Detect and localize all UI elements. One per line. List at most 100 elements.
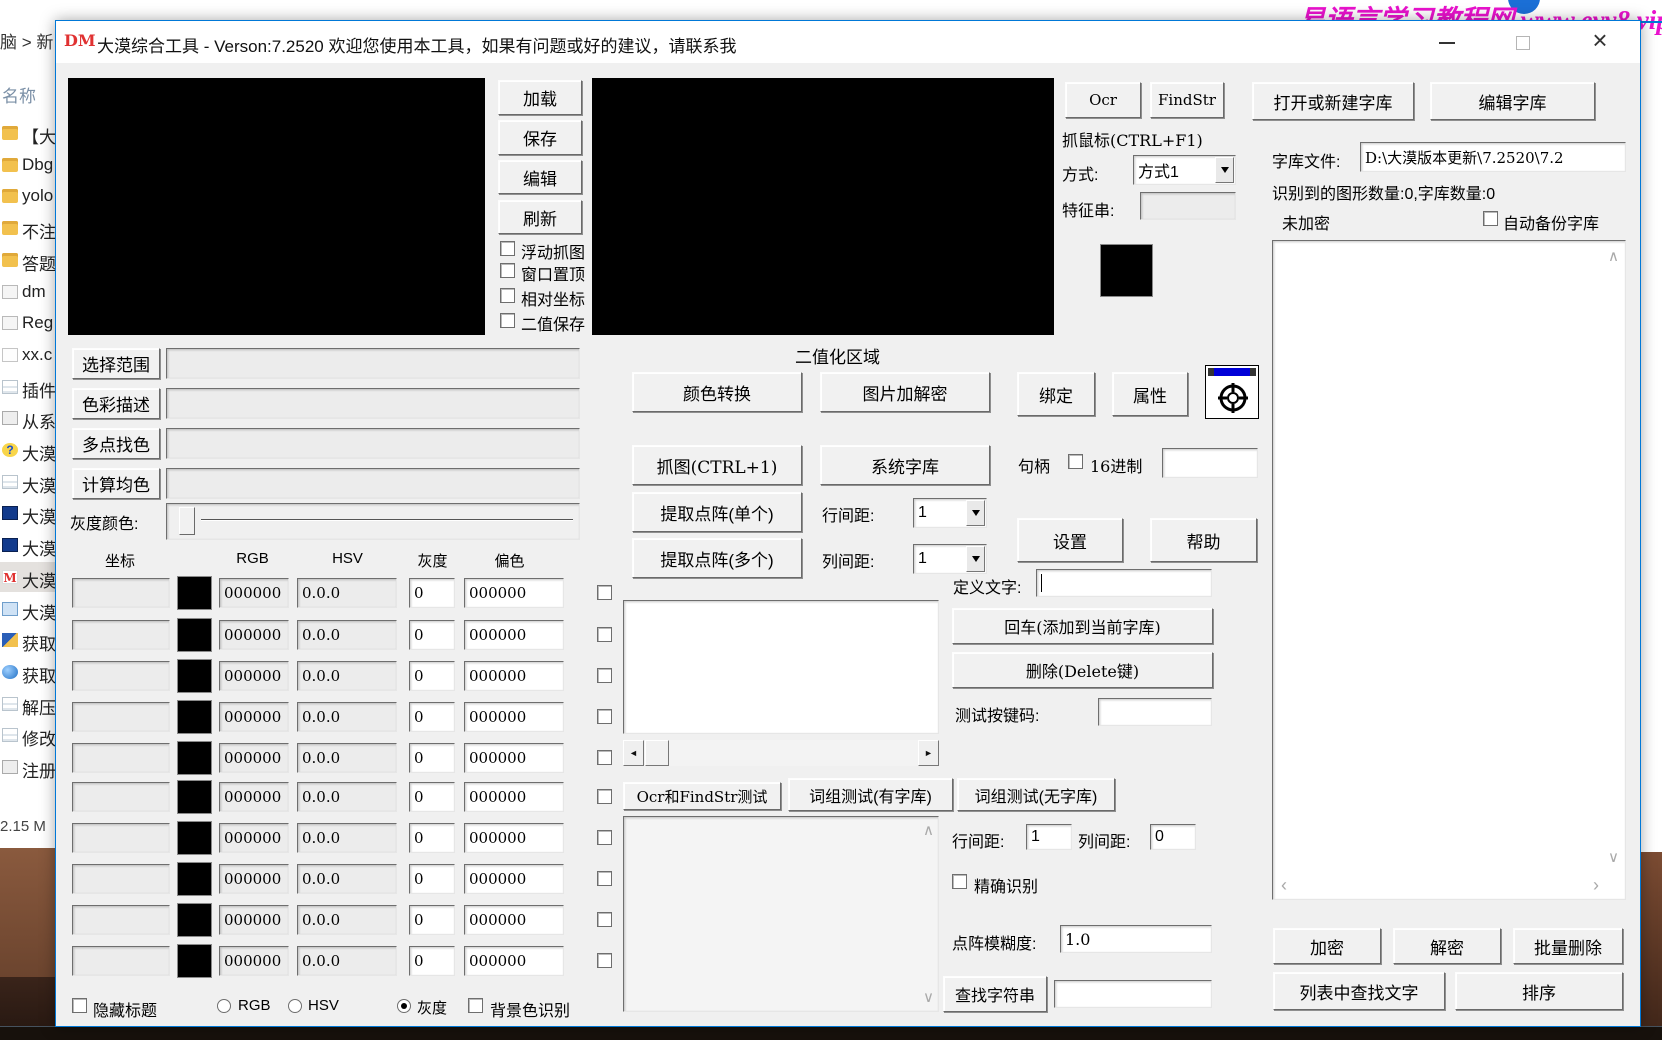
explorer-list-item[interactable]: xx.c (0, 340, 55, 370)
offset-field[interactable]: 000000 (464, 823, 564, 853)
gray-field[interactable]: 0 (409, 578, 455, 608)
load-button[interactable]: 加载 (498, 80, 582, 115)
select-range-button[interactable]: 选择范围 (72, 348, 160, 379)
source-image-canvas[interactable] (68, 78, 485, 335)
explorer-list-item[interactable]: 大漠 (0, 594, 55, 624)
rgb-field[interactable]: 000000 (219, 702, 289, 732)
coord-field[interactable] (72, 782, 170, 812)
hex-checkbox[interactable] (1068, 454, 1083, 469)
multi-find-color-field[interactable] (166, 428, 580, 459)
explorer-list-item[interactable]: M大漠 (0, 562, 55, 592)
edit-button[interactable]: 编辑 (498, 160, 582, 194)
scroll-left-icon[interactable]: ‹ (1281, 878, 1287, 893)
test-col-gap-input[interactable]: 0 (1150, 824, 1196, 850)
offset-field[interactable]: 000000 (464, 946, 564, 976)
explorer-list-item[interactable]: 获取 (0, 657, 55, 687)
coord-field[interactable] (72, 864, 170, 894)
rgb-field[interactable]: 000000 (219, 782, 289, 812)
gray-field[interactable]: 0 (409, 782, 455, 812)
explorer-list-item[interactable]: yolo (0, 181, 55, 211)
row-select-checkbox[interactable] (597, 709, 612, 724)
properties-button[interactable]: 属性 (1112, 372, 1188, 416)
offset-field[interactable]: 000000 (464, 702, 564, 732)
rgb-field[interactable]: 000000 (219, 743, 289, 773)
chevron-down-icon[interactable] (966, 546, 985, 572)
coord-field[interactable] (72, 823, 170, 853)
save-button[interactable]: 保存 (498, 120, 582, 155)
encrypt-button[interactable]: 加密 (1273, 928, 1381, 964)
offset-field[interactable]: 000000 (464, 905, 564, 935)
hscroll-thumb[interactable] (645, 740, 669, 766)
batch-delete-button[interactable]: 批量删除 (1513, 928, 1623, 964)
coord-field[interactable] (72, 661, 170, 691)
scroll-down-icon[interactable]: ∨ (923, 990, 934, 1005)
coord-field[interactable] (72, 620, 170, 650)
gray-slider-track[interactable] (166, 503, 580, 540)
color-mode-radio[interactable] (288, 999, 302, 1013)
open-new-dict-button[interactable]: 打开或新建字库 (1252, 82, 1414, 120)
fuzzy-input[interactable]: 1.0 (1060, 925, 1212, 953)
hsv-field[interactable]: 0.0.0 (297, 905, 397, 935)
glyph-list-hscrollbar[interactable]: ◄ ► (623, 740, 939, 766)
capture-option-checkbox[interactable] (500, 313, 515, 328)
explorer-list-item[interactable]: 修改 (0, 720, 55, 750)
select-range-field[interactable] (166, 348, 580, 379)
maximize-button[interactable] (1503, 30, 1543, 56)
scroll-right-icon[interactable]: ► (918, 740, 939, 766)
explorer-list-item[interactable]: 注册 (0, 752, 55, 782)
row-select-checkbox[interactable] (597, 627, 612, 642)
auto-backup-checkbox[interactable] (1483, 211, 1498, 226)
test-row-gap-input[interactable]: 1 (1026, 824, 1072, 850)
rgb-field[interactable]: 000000 (219, 946, 289, 976)
glyph-listbox[interactable] (623, 600, 939, 734)
find-string-input[interactable] (1054, 980, 1212, 1008)
coord-field[interactable] (72, 743, 170, 773)
explorer-list-item[interactable]: 获取 (0, 625, 55, 655)
color-mode-radio[interactable] (217, 999, 231, 1013)
explorer-list-item[interactable]: 不注 (0, 213, 55, 243)
row-select-checkbox[interactable] (597, 789, 612, 804)
close-button[interactable]: × (1580, 24, 1620, 56)
rgb-field[interactable]: 000000 (219, 661, 289, 691)
explorer-list-item[interactable]: 大漠 (0, 467, 55, 497)
minimize-button[interactable] (1427, 30, 1467, 56)
precise-recognition-checkbox[interactable] (952, 874, 967, 889)
explorer-column-header[interactable]: 名称 (2, 82, 36, 107)
capture-option-checkbox[interactable] (500, 241, 515, 256)
row-select-checkbox[interactable] (597, 750, 612, 765)
offset-field[interactable]: 000000 (464, 661, 564, 691)
hide-title-checkbox[interactable] (72, 998, 87, 1013)
explorer-list-item[interactable]: 【大 (0, 118, 55, 148)
feature-string-input[interactable] (1140, 192, 1236, 220)
scroll-down-icon[interactable]: ∨ (1608, 850, 1619, 865)
test-result-textarea[interactable]: ∧ ∨ (623, 816, 939, 1012)
capture-option-checkbox[interactable] (500, 263, 515, 278)
hsv-field[interactable]: 0.0.0 (297, 620, 397, 650)
explorer-list-item[interactable]: 大漠 (0, 498, 55, 528)
avg-color-field[interactable] (166, 468, 580, 499)
color-desc-field[interactable] (166, 388, 580, 419)
explorer-list-item[interactable]: 大漠 (0, 530, 55, 560)
row-select-checkbox[interactable] (597, 830, 612, 845)
color-convert-button[interactable]: 颜色转换 (632, 372, 802, 412)
offset-field[interactable]: 000000 (464, 578, 564, 608)
hsv-field[interactable]: 0.0.0 (297, 661, 397, 691)
rgb-field[interactable]: 000000 (219, 578, 289, 608)
image-crypt-button[interactable]: 图片加解密 (820, 372, 990, 412)
rgb-field[interactable]: 000000 (219, 620, 289, 650)
gray-field[interactable]: 0 (409, 661, 455, 691)
dict-file-input[interactable]: D:\大漠版本更新\7.2520\7.2 (1360, 142, 1626, 172)
explorer-list-item[interactable]: 解压 (0, 689, 55, 719)
gray-field[interactable]: 0 (409, 702, 455, 732)
coord-field[interactable] (72, 702, 170, 732)
color-desc-button[interactable]: 色彩描述 (72, 388, 160, 419)
bind-button[interactable]: 绑定 (1017, 372, 1095, 416)
dict-listbox[interactable]: ∧ ∨ ‹ › (1272, 240, 1626, 900)
explorer-list-item[interactable]: dm (0, 277, 55, 307)
explorer-list-item[interactable]: 插件 (0, 372, 55, 402)
test-keycode-input[interactable] (1098, 698, 1212, 726)
extract-dots-multi-button[interactable]: 提取点阵(多个) (632, 538, 802, 578)
ocr-findstr-test-button[interactable]: Ocr和FindStr测试 (623, 782, 781, 810)
rgb-field[interactable]: 000000 (219, 823, 289, 853)
col-gap-dropdown[interactable]: 1 (913, 544, 987, 574)
